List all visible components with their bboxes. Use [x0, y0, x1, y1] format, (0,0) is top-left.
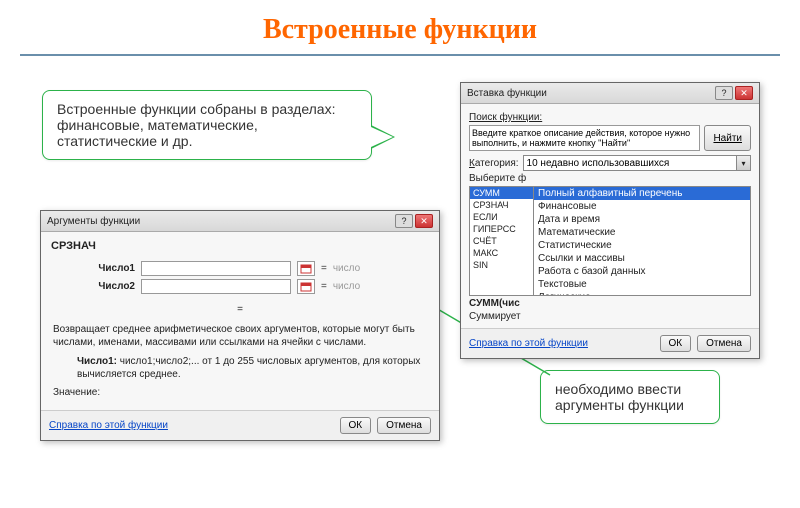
equals-sign: = [321, 263, 327, 274]
function-long-description: Возвращает среднее арифметическое своих … [53, 323, 427, 349]
list-item[interactable]: Ссылки и массивы [534, 252, 750, 265]
help-link[interactable]: Справка по этой функции [49, 420, 168, 431]
result-preview: = [49, 304, 431, 315]
range-picker-icon[interactable] [297, 279, 315, 294]
list-item[interactable]: Дата и время [534, 213, 750, 226]
callout-arguments: необходимо ввести аргументы функции [540, 370, 720, 424]
list-item[interactable]: Работа с базой данных [534, 265, 750, 278]
function-arguments-dialog: Аргументы функции ? ✕ СРЗНАЧ Число1 = чи… [40, 210, 440, 441]
dialog1-titlebar[interactable]: Вставка функции ? ✕ [461, 83, 759, 104]
arg1-hint: число [333, 263, 360, 274]
list-item[interactable]: Математические [534, 226, 750, 239]
category-label: Категория: [469, 158, 519, 169]
help-button-icon[interactable]: ? [715, 86, 733, 100]
function-name: СРЗНАЧ [49, 238, 431, 258]
category-dropdown-list[interactable]: Полный алфавитный перечень Финансовые Да… [533, 186, 751, 296]
equals-sign: = [321, 281, 327, 292]
search-label: Поиск функции: [469, 112, 751, 123]
value-label: Значение: [53, 387, 427, 398]
list-item[interactable]: СУММ [470, 187, 533, 199]
select-fn-label: Выберите ф [469, 173, 526, 184]
close-icon[interactable]: ✕ [735, 86, 753, 100]
list-item[interactable]: Статистические [534, 239, 750, 252]
category-combo[interactable]: ▾ [523, 155, 751, 171]
list-item[interactable]: Полный алфавитный перечень [534, 187, 750, 200]
list-item[interactable]: СРЗНАЧ [470, 199, 533, 211]
cancel-button[interactable]: Отмена [697, 335, 751, 352]
list-item[interactable]: МАКС [470, 247, 533, 259]
callout-categories: Встроенные функции собраны в разделах: ф… [42, 90, 372, 160]
close-icon[interactable]: ✕ [415, 214, 433, 228]
category-value[interactable] [523, 155, 751, 171]
page-title: Встроенные функции [0, 0, 800, 54]
list-item[interactable]: Логические [534, 291, 750, 296]
search-input[interactable]: Введите краткое описание действия, котор… [469, 125, 700, 151]
list-item[interactable]: Текстовые [534, 278, 750, 291]
insert-function-dialog: Вставка функции ? ✕ Поиск функции: Введи… [460, 82, 760, 359]
dialog2-titlebar[interactable]: Аргументы функции ? ✕ [41, 211, 439, 232]
list-item[interactable]: ГИПЕРСС [470, 223, 533, 235]
arg1-label: Число1 [81, 263, 135, 274]
list-item[interactable]: SIN [470, 259, 533, 271]
list-item[interactable]: Финансовые [534, 200, 750, 213]
chevron-down-icon[interactable]: ▾ [736, 156, 750, 170]
ok-button[interactable]: ОК [660, 335, 692, 352]
find-button[interactable]: Найти [704, 125, 751, 151]
dialog2-title: Аргументы функции [47, 216, 140, 227]
function-description: Суммирует [469, 311, 751, 322]
list-item[interactable]: ЕСЛИ [470, 211, 533, 223]
list-item[interactable]: СЧЁТ [470, 235, 533, 247]
arg2-input[interactable] [141, 279, 291, 294]
function-signature: СУММ(чис [469, 298, 520, 309]
range-picker-icon[interactable] [297, 261, 315, 276]
arg2-label: Число2 [81, 281, 135, 292]
arg2-hint: число [333, 281, 360, 292]
function-list[interactable]: СУММ СРЗНАЧ ЕСЛИ ГИПЕРСС СЧЁТ МАКС SIN [469, 186, 533, 296]
title-underline [20, 54, 780, 56]
cancel-button[interactable]: Отмена [377, 417, 431, 434]
ok-button[interactable]: ОК [340, 417, 372, 434]
dialog1-title: Вставка функции [467, 88, 547, 99]
arg1-input[interactable] [141, 261, 291, 276]
argument-description: Число1: число1;число2;... от 1 до 255 чи… [77, 355, 427, 381]
help-button-icon[interactable]: ? [395, 214, 413, 228]
help-link[interactable]: Справка по этой функции [469, 338, 588, 349]
